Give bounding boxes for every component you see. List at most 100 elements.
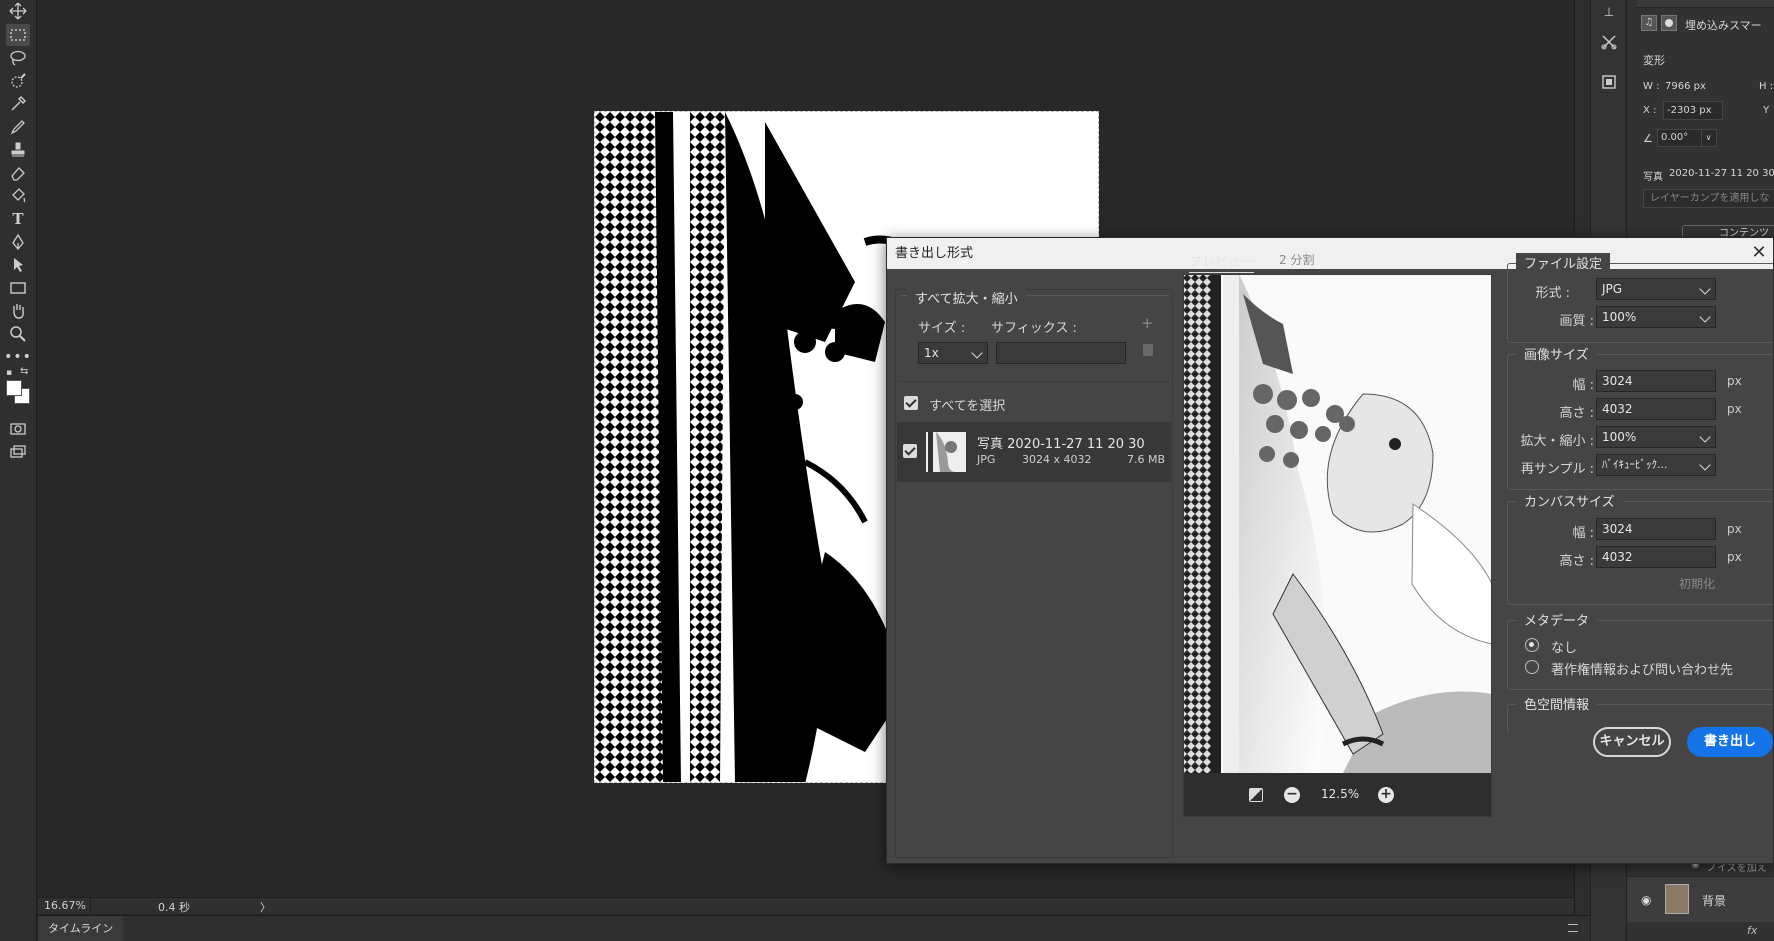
preview-image[interactable] (1183, 274, 1492, 773)
mask-icon[interactable] (1661, 15, 1677, 31)
file-settings-group: ファイル設定 (1507, 253, 1773, 343)
width-label: W : (1643, 81, 1660, 92)
tools-panel: T ••• ▪ ⇆ (0, 0, 37, 941)
metadata-group: メタデータ (1507, 610, 1773, 690)
x-value[interactable]: -2303 px (1663, 101, 1723, 120)
scale-select[interactable]: 100% (1596, 426, 1716, 448)
zoom-tool-icon[interactable] (6, 323, 30, 345)
format-select[interactable]: JPG (1596, 278, 1716, 300)
export-button[interactable]: 書き出し (1687, 727, 1773, 757)
swap-colors-icon[interactable]: ⇆ (20, 366, 28, 377)
tab-timeline[interactable]: タイムライン (38, 916, 124, 941)
asset-thumbnail (926, 432, 966, 472)
select-all-checkbox[interactable] (904, 396, 918, 410)
height-label: H : (1759, 81, 1774, 92)
more-tools-icon[interactable]: ••• (4, 346, 31, 368)
layer-type-label: 埋め込みスマー (1685, 19, 1762, 32)
quick-select-tool-icon[interactable] (6, 70, 30, 92)
reset-button[interactable]: 初期化 (1679, 575, 1715, 592)
layer-comp-select[interactable]: レイヤーカンプを適用しな (1643, 189, 1774, 208)
quick-mask-icon[interactable] (6, 418, 30, 440)
image-width-unit: px (1727, 374, 1742, 388)
format-label: 形式 : (1535, 286, 1570, 301)
canvas-size-legend: カンバスサイズ (1516, 491, 1623, 510)
resample-select[interactable]: ﾊﾞｲｷｭｰﾋﾞｯｸ... (1596, 454, 1716, 476)
image-size-legend: 画像サイズ (1516, 344, 1597, 363)
rectangle-tool-icon[interactable] (6, 277, 30, 299)
canvas-width-input[interactable]: 3024 (1596, 518, 1716, 540)
image-height-unit: px (1727, 402, 1742, 416)
suffix-label: サフィックス : (991, 321, 1077, 336)
move-tool-icon[interactable] (6, 0, 30, 22)
add-scale-icon[interactable]: + (1141, 314, 1154, 332)
asset-dimensions: 3024 x 4032 (1022, 453, 1092, 466)
image-width-label: 幅 : (1572, 378, 1594, 393)
fx-button[interactable]: fx (1747, 924, 1757, 937)
status-menu-arrow[interactable]: 〉 (260, 899, 271, 915)
fit-view-icon[interactable] (1249, 788, 1263, 802)
select-all-label: すべてを選択 (929, 399, 1006, 414)
zoom-out-icon[interactable]: − (1284, 787, 1300, 803)
cancel-button[interactable]: キャンセル (1593, 727, 1671, 757)
quality-select[interactable]: 100% (1596, 306, 1716, 328)
metadata-none-radio[interactable] (1525, 638, 1539, 652)
preview-zoom-value: 12.5% (1321, 787, 1360, 801)
metadata-legend: メタデータ (1516, 610, 1598, 629)
width-value[interactable]: 7966 px (1665, 81, 1706, 92)
path-select-tool-icon[interactable] (6, 254, 30, 276)
bucket-tool-icon[interactable] (6, 185, 30, 207)
stamp-tool-icon[interactable] (6, 139, 30, 161)
brush-tool-icon[interactable] (6, 116, 30, 138)
assets-panel (895, 289, 1173, 858)
stamp-panel-icon[interactable]: ⊥ (1597, 0, 1621, 24)
type-tool-icon[interactable]: T (6, 208, 30, 230)
metadata-copyright-label: 著作権情報および問い合わせ先 (1551, 663, 1734, 678)
photoshop-window: T ••• ▪ ⇆ 16.67% 0.4 秒 〉 タイムライン ⊥ ♫ 埋め込み… (0, 0, 1774, 941)
zoom-in-icon[interactable]: + (1378, 787, 1394, 803)
image-width-input[interactable]: 3024 (1596, 370, 1716, 392)
tool-presets-icon[interactable] (1597, 30, 1621, 54)
asset-checkbox[interactable] (903, 444, 917, 458)
resample-label: 再サンプル : (1520, 462, 1594, 477)
file-label: 写真 (1643, 172, 1663, 183)
color-space-legend: 色空間情報 (1516, 694, 1598, 713)
size-select[interactable]: 1x (918, 342, 988, 364)
layer-visibility-icon[interactable]: ◉ (1641, 893, 1651, 907)
metadata-copyright-radio[interactable] (1525, 660, 1539, 674)
scale-label: 拡大・縮小 : (1520, 434, 1594, 449)
angle-dropdown-icon[interactable]: ∨ (1701, 130, 1715, 146)
image-height-input[interactable]: 4032 (1596, 398, 1716, 420)
marquee-tool-icon[interactable] (6, 24, 30, 46)
zoom-level[interactable]: 16.67% (44, 899, 86, 912)
layer-thumbnail[interactable] (1665, 884, 1689, 914)
screen-mode-icon[interactable] (6, 441, 30, 463)
delete-scale-icon[interactable] (1143, 344, 1153, 356)
asset-file-size: 7.6 MB (1126, 453, 1165, 466)
canvas-height-input[interactable]: 4032 (1596, 546, 1716, 568)
canvas-height-label: 高さ : (1559, 554, 1594, 569)
metadata-none-label: なし (1551, 641, 1578, 656)
pen-tool-icon[interactable] (6, 231, 30, 253)
asset-row[interactable]: 写真 2020-11-27 11 20 30 JPG 3024 x 4032 7… (897, 422, 1171, 482)
export-as-dialog: 書き出し形式 ✕ すべて拡大・縮小 サイズ : サフィックス : + 1x すべ… (886, 237, 1774, 864)
hand-tool-icon[interactable] (6, 300, 30, 322)
canvas-width-unit: px (1727, 522, 1742, 536)
eyedropper-tool-icon[interactable] (6, 93, 30, 115)
eraser-tool-icon[interactable] (6, 162, 30, 184)
asset-name: 写真 2020-11-27 11 20 30 (977, 437, 1145, 452)
panel-menu-icon[interactable] (1568, 924, 1578, 932)
smart-object-icon: ♫ (1641, 15, 1657, 31)
tab-split[interactable]: 2 分割 (1279, 251, 1314, 268)
status-bar: 16.67% 0.4 秒 〉 (38, 897, 1574, 914)
lasso-tool-icon[interactable] (6, 47, 30, 69)
file-settings-legend: ファイル設定 (1516, 253, 1611, 272)
canvas-width-label: 幅 : (1572, 526, 1594, 541)
image-height-label: 高さ : (1559, 406, 1594, 421)
close-icon[interactable]: ✕ (1747, 241, 1771, 265)
foreground-color-swatch[interactable] (6, 380, 22, 396)
layer-name-background[interactable]: 背景 (1702, 892, 1726, 909)
artboard-panel-icon[interactable] (1597, 70, 1621, 94)
tab-preview[interactable]: プレビュー (1189, 251, 1255, 273)
suffix-input[interactable] (996, 342, 1126, 364)
default-colors-icon[interactable]: ▪ (6, 368, 16, 378)
